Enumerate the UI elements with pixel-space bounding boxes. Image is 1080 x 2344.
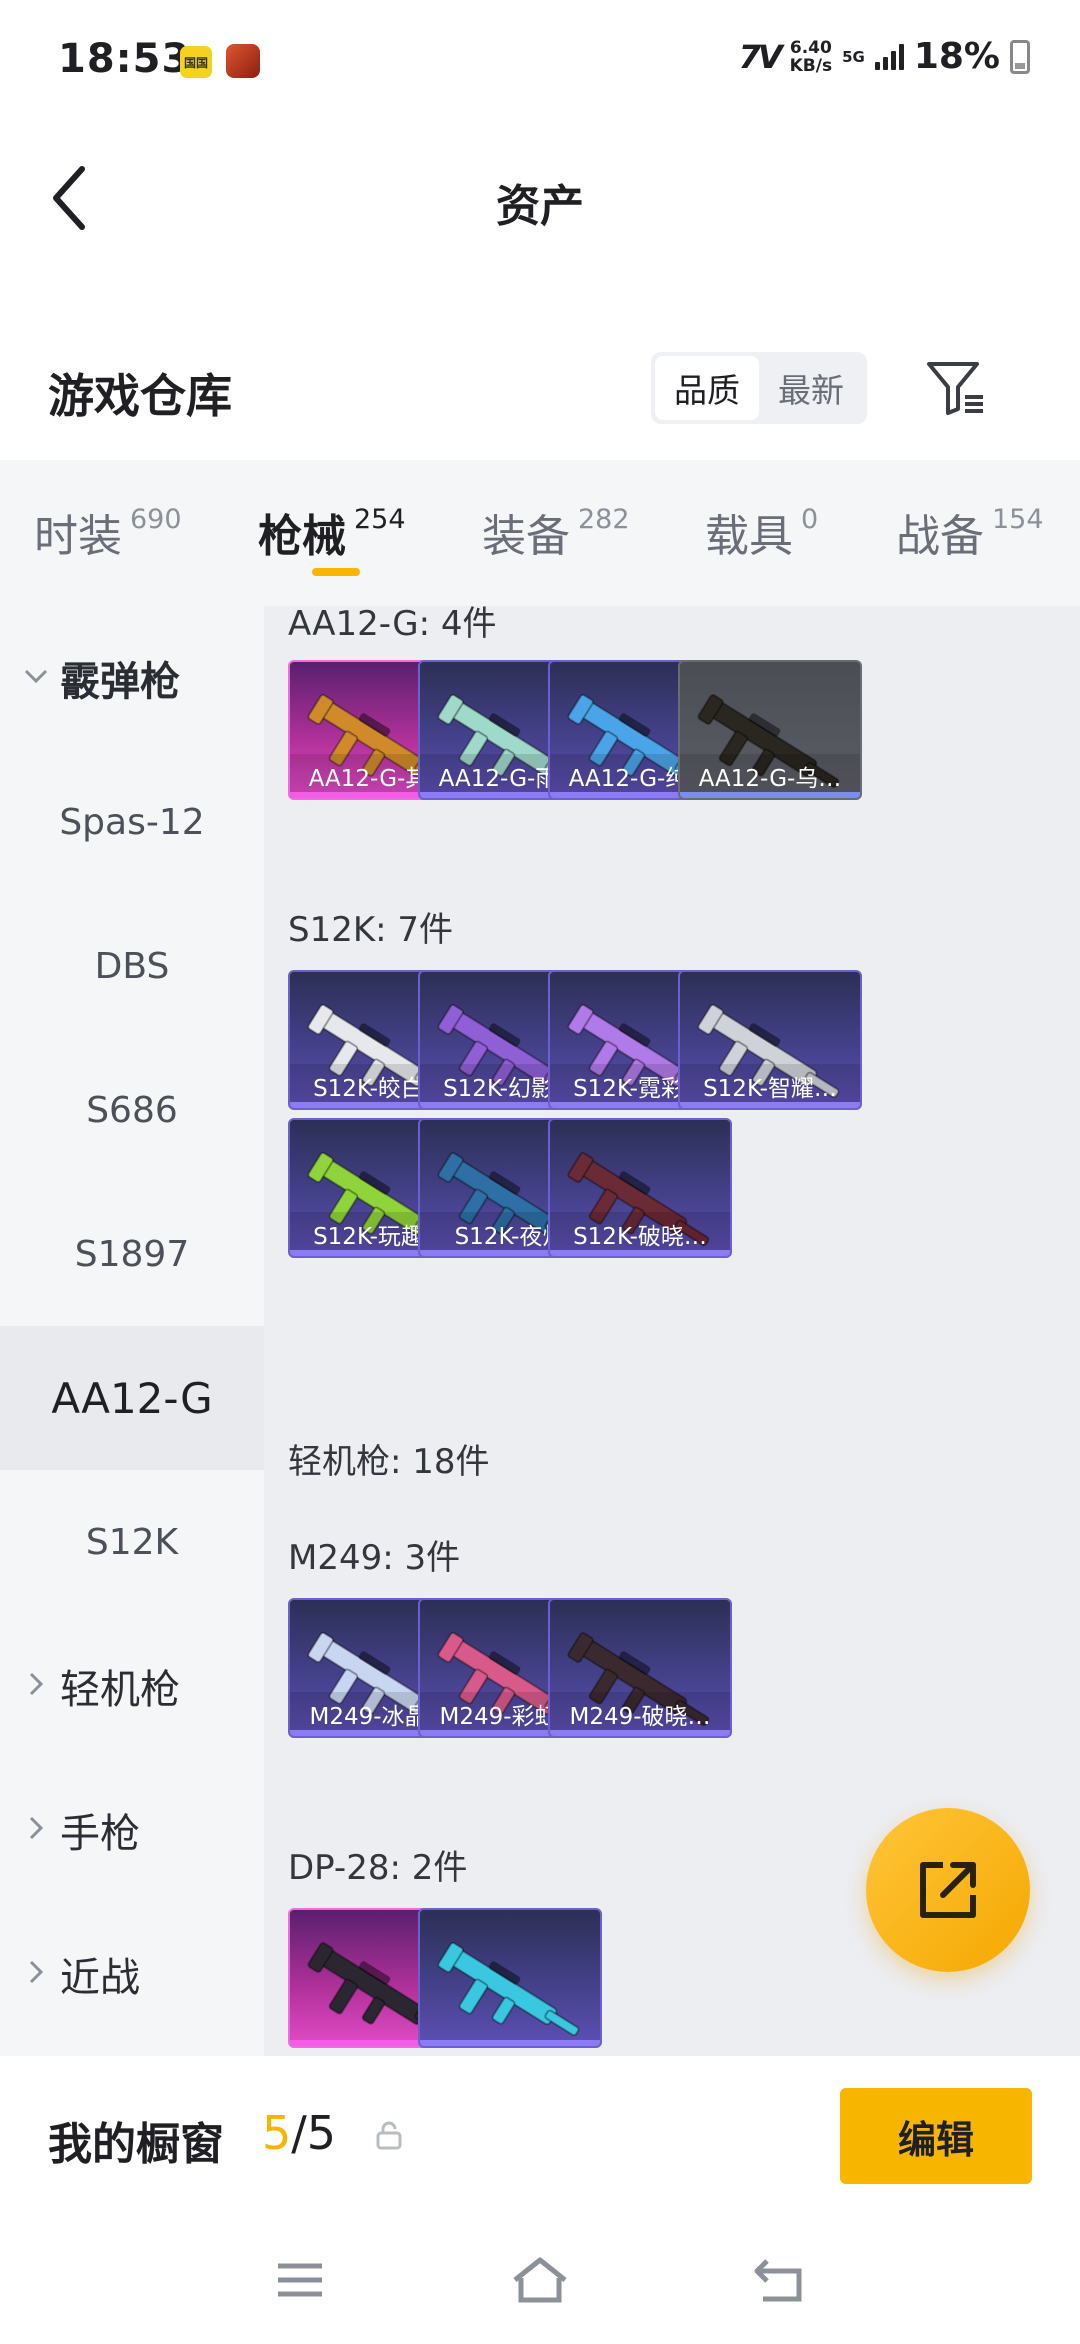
showcase-label: 我的橱窗: [48, 2119, 224, 2170]
sort-toggle: 品质 最新: [651, 352, 867, 424]
nav-back-button[interactable]: [748, 2252, 812, 2308]
tab-count: 0: [801, 504, 819, 535]
chevron-right-icon: [29, 1672, 44, 1696]
share-button[interactable]: [866, 1808, 1030, 1972]
showcase-count: 5/5: [262, 2106, 336, 2160]
sidebar-item-label: S12K: [85, 1521, 179, 1563]
share-external-icon: [920, 1862, 976, 1918]
sidebar-item-label: S686: [86, 1089, 178, 1131]
item-name: AA12-G-乌…: [680, 754, 860, 798]
tab-equipment[interactable]: 装备 282: [482, 500, 630, 564]
item-name: M249-破晓…: [550, 1692, 730, 1736]
tab-count: 690: [130, 504, 182, 535]
signal-icon: [874, 43, 904, 70]
nav-home-button[interactable]: [508, 2252, 572, 2308]
tab-label: 载具: [705, 511, 793, 562]
sort-quality-option[interactable]: 品质: [655, 356, 759, 420]
section-title-dp28: DP-28: 2件: [288, 1848, 468, 1888]
sidebar-item-shotguns[interactable]: 霰弹枪: [0, 606, 264, 750]
sidebar-item-s686[interactable]: S686: [0, 1038, 264, 1182]
system-nav-bar: [0, 2216, 1080, 2344]
showcase-total: /5: [291, 2106, 337, 2160]
filter-button[interactable]: [920, 352, 992, 424]
weapon-image: [437, 1942, 580, 2037]
filter-icon: [927, 362, 983, 415]
brand-logo-icon: 7V: [738, 37, 783, 76]
status-bar: 18:53 国国 7V 6.40 KB/s 5G 18%: [0, 0, 1080, 120]
tab-label: 枪械: [258, 511, 346, 562]
section-title-s12k: S12K: 7件: [288, 910, 454, 950]
showcase-current: 5: [262, 2106, 292, 2160]
assets-page: 18:53 国国 7V 6.40 KB/s 5G 18% 资产 游戏仓库 品质 …: [0, 0, 1080, 2344]
sidebar-item-dbs[interactable]: DBS: [0, 894, 264, 1038]
section-title-lmg: 轻机枪: 18件: [288, 1442, 490, 1482]
tab-supplies[interactable]: 战备 154: [896, 500, 1044, 564]
battery-percent: 18%: [913, 36, 1000, 77]
dp28-item-card[interactable]: [418, 1908, 602, 2048]
network-speed: 6.40 KB/s: [790, 39, 832, 75]
tab-label: 装备: [482, 511, 570, 562]
tab-firearms[interactable]: 枪械 254: [258, 500, 406, 564]
sidebar-item-aa12g[interactable]: AA12-G: [0, 1326, 264, 1470]
sidebar-item-lmg[interactable]: 轻机枪: [0, 1614, 264, 1758]
nav-menu-button[interactable]: [268, 2252, 332, 2308]
home-icon: [513, 2257, 567, 2303]
sidebar-item-melee[interactable]: 近战: [0, 1902, 264, 2046]
chevron-down-icon: [24, 669, 48, 684]
speed-value: 6.40: [789, 37, 832, 58]
notification-app-icon: 国国: [180, 46, 212, 78]
sidebar-item-label: 手枪: [60, 1811, 140, 1857]
return-icon: [754, 2259, 802, 2302]
s12k-item-card[interactable]: S12K-破晓…: [548, 1118, 732, 1258]
aa12g-item-card[interactable]: AA12-G-乌…: [678, 660, 862, 800]
speed-unit: KB/s: [789, 55, 833, 76]
tab-vehicles[interactable]: 载具 0: [705, 500, 818, 564]
page-title: 资产: [496, 181, 584, 232]
chevron-right-icon: [29, 1816, 44, 1840]
showcase-bar: 我的橱窗 5/5 编辑: [0, 2056, 1080, 2216]
notification-game-icon: [226, 44, 260, 78]
tab-label: 战备: [896, 511, 984, 562]
weapon-category-sidebar: 霰弹枪 Spas-12 DBS S686 S1897 AA12-G S12K 轻…: [0, 606, 264, 2056]
sidebar-item-label: Spas-12: [59, 801, 205, 843]
item-name: S12K-破晓…: [550, 1212, 730, 1256]
sidebar-item-label: 霰弹枪: [60, 659, 180, 705]
sidebar-item-s1897[interactable]: S1897: [0, 1182, 264, 1326]
status-indicators: 7V 6.40 KB/s 5G 18%: [739, 36, 1030, 77]
sidebar-item-label: S1897: [74, 1233, 190, 1275]
sidebar-item-pistols[interactable]: 手枪: [0, 1758, 264, 1902]
status-time: 18:53: [58, 36, 191, 82]
menu-icon: [278, 2263, 322, 2297]
tab-count: 254: [354, 504, 406, 535]
sidebar-item-s12k[interactable]: S12K: [0, 1470, 264, 1614]
sidebar-item-spas12[interactable]: Spas-12: [0, 750, 264, 894]
category-tabs: 时装 690 枪械 254 装备 282 载具 0 战备 154: [0, 460, 1080, 606]
sidebar-item-label: 近战: [60, 1955, 140, 2001]
tab-label: 时装: [34, 511, 122, 562]
sidebar-item-label: AA12-G: [51, 1373, 213, 1423]
s12k-item-card[interactable]: S12K-智耀…: [678, 970, 862, 1110]
tab-count: 282: [578, 504, 630, 535]
section-title-aa12g: AA12-G: 4件: [288, 606, 497, 644]
chevron-right-icon: [29, 1960, 44, 1984]
sidebar-item-label: 轻机枪: [60, 1667, 180, 1713]
network-label: 5G: [842, 47, 865, 66]
edit-button[interactable]: 编辑: [840, 2088, 1032, 2184]
battery-icon: [1010, 39, 1030, 74]
section-title-m249: M249: 3件: [288, 1538, 461, 1578]
network-type: 5G: [842, 49, 865, 65]
item-name: S12K-智耀…: [680, 1064, 860, 1108]
lock-icon: [376, 2121, 402, 2150]
active-tab-indicator: [312, 568, 360, 576]
warehouse-title: 游戏仓库: [48, 369, 232, 423]
sort-newest-option[interactable]: 最新: [759, 356, 863, 420]
sidebar-item-label: DBS: [94, 945, 170, 987]
tab-count: 154: [992, 504, 1044, 535]
m249-item-card[interactable]: M249-破晓…: [548, 1598, 732, 1738]
tab-fashion[interactable]: 时装 690: [34, 500, 182, 564]
